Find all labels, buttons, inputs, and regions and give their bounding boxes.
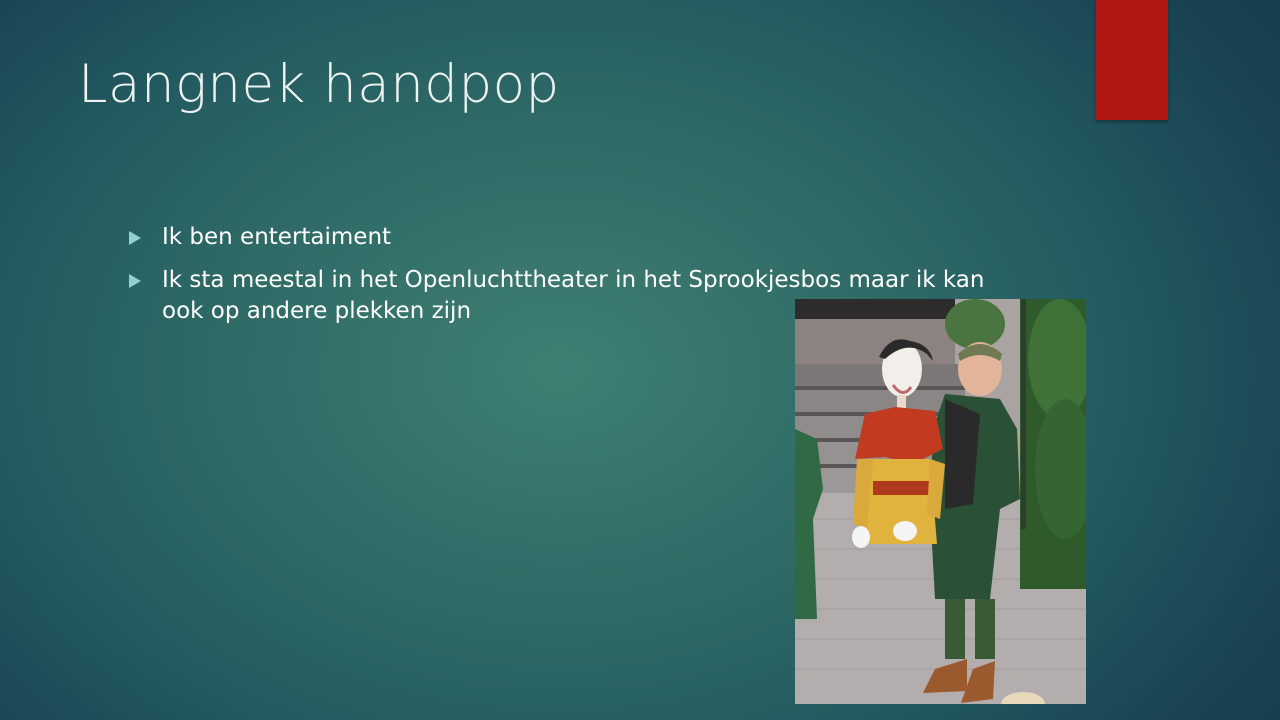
- bullet-text: Ik ben entertaiment: [162, 224, 392, 250]
- slide: Langnek handpop Ik ben entertaiment Ik s…: [0, 0, 1280, 720]
- puppet-photo-illustration: [795, 299, 1086, 704]
- accent-tab: [1096, 0, 1168, 120]
- bullet-item: Ik ben entertaiment: [127, 222, 1027, 253]
- triangle-right-icon: [129, 274, 141, 288]
- puppet-photo: [795, 299, 1086, 704]
- slide-title: Langnek handpop: [78, 54, 560, 115]
- triangle-right-icon: [129, 231, 141, 245]
